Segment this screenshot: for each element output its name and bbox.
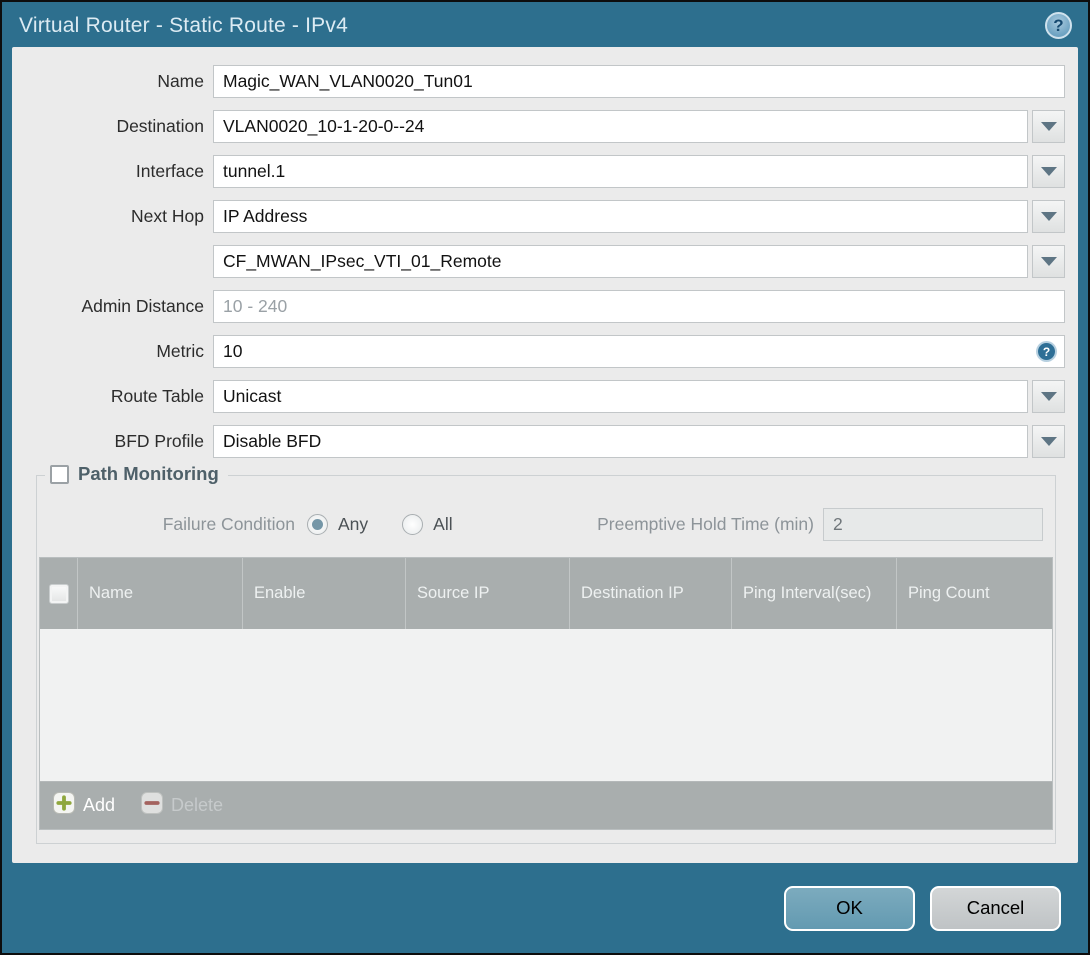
interface-row: Interface xyxy=(12,155,1065,188)
destination-label: Destination xyxy=(116,116,204,136)
route-table-row: Route Table xyxy=(12,380,1065,413)
bfd-profile-dropdown-button[interactable] xyxy=(1032,425,1065,458)
dialog-title: Virtual Router - Static Route - IPv4 xyxy=(19,13,348,37)
name-control xyxy=(213,65,1065,98)
column-header-source-ip[interactable]: Source IP xyxy=(405,558,569,629)
admin-distance-input[interactable] xyxy=(213,290,1065,323)
failure-condition-any-radio[interactable]: Any xyxy=(307,514,368,535)
chevron-down-icon xyxy=(1040,392,1057,401)
column-header-enable[interactable]: Enable xyxy=(242,558,405,629)
interface-label: Interface xyxy=(135,161,204,181)
path-monitoring-options-row: Failure Condition Any All Preemptive Hol… xyxy=(39,508,1043,541)
add-button-label: Add xyxy=(83,795,116,815)
column-header-name[interactable]: Name xyxy=(77,558,242,629)
failure-condition-label: Failure Condition xyxy=(162,514,295,534)
table-header: Name Enable Source IP Destination IP Pin… xyxy=(40,558,1052,629)
chevron-down-icon xyxy=(1040,257,1057,266)
bfd-profile-label: BFD Profile xyxy=(114,431,204,451)
route-table-label: Route Table xyxy=(110,386,204,406)
path-monitoring-title: Path Monitoring xyxy=(78,463,219,484)
name-row: Name xyxy=(12,65,1065,98)
name-input[interactable] xyxy=(213,65,1065,98)
next-hop-control xyxy=(213,200,1065,233)
metric-control: ? xyxy=(213,335,1065,368)
next-hop-row: Next Hop xyxy=(12,200,1065,233)
metric-info-icon[interactable]: ? xyxy=(1038,343,1055,360)
radio-any-label: Any xyxy=(338,514,369,534)
table-footer: Add Delete xyxy=(40,781,1052,829)
next-hop-address-dropdown-button[interactable] xyxy=(1032,245,1065,278)
route-table-input[interactable] xyxy=(213,380,1028,413)
column-header-ping-count[interactable]: Ping Count xyxy=(896,558,1052,629)
interface-input[interactable] xyxy=(213,155,1028,188)
path-monitoring-checkbox[interactable] xyxy=(50,464,69,484)
destination-row: Destination xyxy=(12,110,1065,143)
next-hop-address-control xyxy=(213,245,1065,278)
dialog-footer: OK Cancel xyxy=(2,863,1088,953)
add-button[interactable]: Add xyxy=(53,792,115,819)
column-header-destination-ip[interactable]: Destination IP xyxy=(569,558,731,629)
metric-label: Metric xyxy=(156,341,204,361)
cancel-button[interactable]: Cancel xyxy=(930,885,1061,931)
column-header-ping-interval[interactable]: Ping Interval(sec) xyxy=(731,558,896,629)
preemptive-hold-time-input[interactable] xyxy=(823,508,1043,541)
static-route-dialog: Virtual Router - Static Route - IPv4 ? N… xyxy=(0,0,1090,955)
route-table-control xyxy=(213,380,1065,413)
bfd-profile-control xyxy=(213,425,1065,458)
path-monitoring-section: Path Monitoring Failure Condition Any Al… xyxy=(36,463,1056,844)
chevron-down-icon xyxy=(1040,437,1057,446)
destination-input[interactable] xyxy=(213,110,1028,143)
destination-control xyxy=(213,110,1065,143)
delete-button[interactable]: Delete xyxy=(141,792,223,819)
delete-button-label: Delete xyxy=(171,795,224,815)
preemptive-hold-time-label: Preemptive Hold Time (min) xyxy=(597,514,814,534)
next-hop-label: Next Hop xyxy=(131,206,204,226)
radio-unselected-icon xyxy=(402,514,424,535)
dialog-content: Name Destination Interface Next Hop xyxy=(12,47,1078,863)
metric-row: Metric ? xyxy=(12,335,1065,368)
table-body-empty xyxy=(40,629,1052,781)
bfd-profile-row: BFD Profile xyxy=(12,425,1065,458)
add-plus-icon xyxy=(53,792,75,819)
dialog-titlebar: Virtual Router - Static Route - IPv4 ? xyxy=(2,2,1088,47)
metric-input[interactable] xyxy=(213,335,1065,368)
failure-condition-all-radio[interactable]: All xyxy=(402,514,453,535)
delete-minus-icon xyxy=(141,792,164,819)
path-monitoring-legend: Path Monitoring xyxy=(45,463,228,485)
ok-button[interactable]: OK xyxy=(784,885,915,931)
interface-dropdown-button[interactable] xyxy=(1032,155,1065,188)
admin-distance-label: Admin Distance xyxy=(81,296,204,316)
select-all-cell xyxy=(40,558,77,629)
next-hop-address-input[interactable] xyxy=(213,245,1028,278)
chevron-down-icon xyxy=(1040,122,1057,131)
name-label: Name xyxy=(157,71,204,91)
next-hop-dropdown-button[interactable] xyxy=(1032,200,1065,233)
help-icon[interactable]: ? xyxy=(1045,12,1072,39)
chevron-down-icon xyxy=(1040,212,1057,221)
admin-distance-row: Admin Distance xyxy=(12,290,1065,323)
path-monitoring-table: Name Enable Source IP Destination IP Pin… xyxy=(39,557,1053,830)
radio-selected-icon xyxy=(307,514,328,535)
route-table-dropdown-button[interactable] xyxy=(1032,380,1065,413)
chevron-down-icon xyxy=(1040,167,1057,176)
bfd-profile-input[interactable] xyxy=(213,425,1028,458)
select-all-checkbox[interactable] xyxy=(48,583,69,604)
next-hop-address-row xyxy=(12,245,1065,278)
admin-distance-control xyxy=(213,290,1065,323)
radio-all-label: All xyxy=(433,514,453,534)
next-hop-type-input[interactable] xyxy=(213,200,1028,233)
interface-control xyxy=(213,155,1065,188)
destination-dropdown-button[interactable] xyxy=(1032,110,1065,143)
